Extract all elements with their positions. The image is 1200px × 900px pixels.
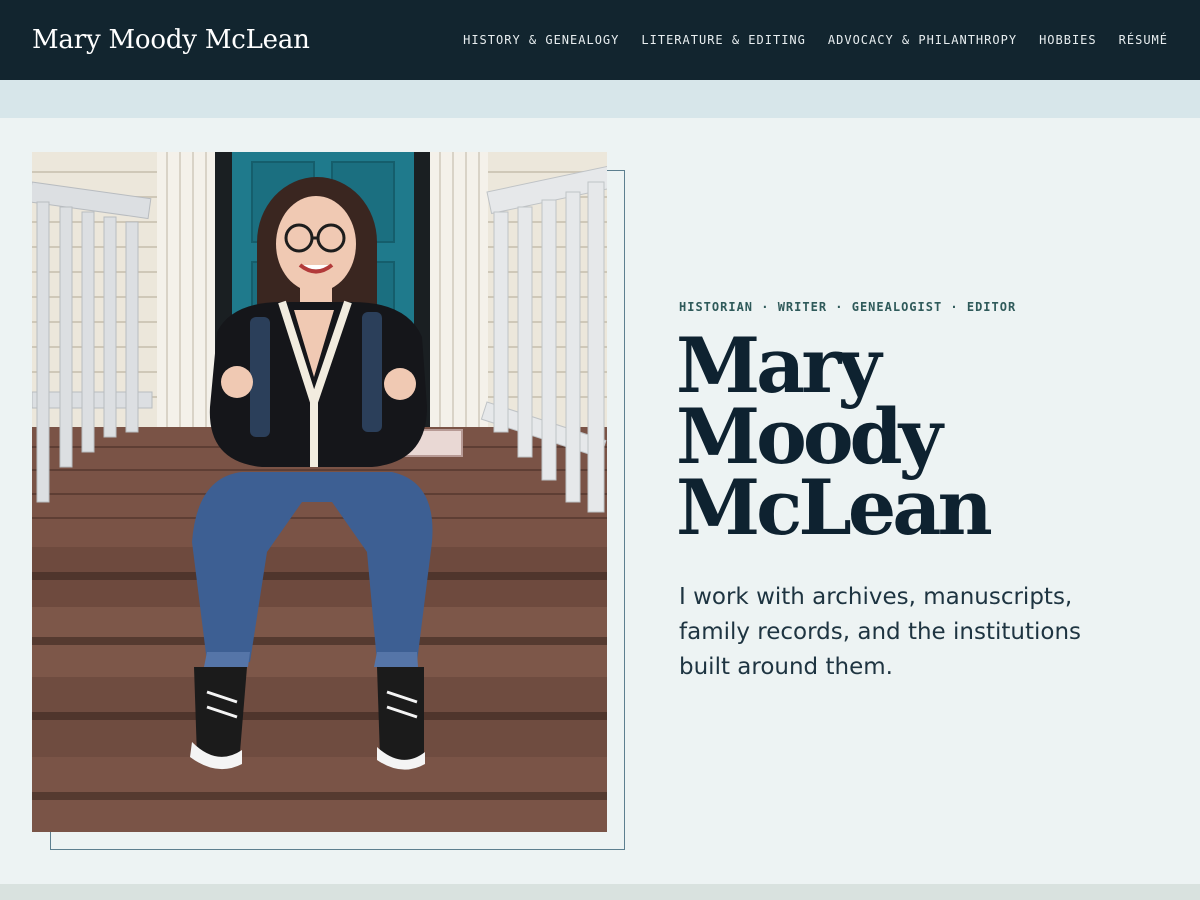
site-header: Mary Moody McLean HISTORY & GENEALOGY LI… — [0, 0, 1200, 80]
portrait-photo — [32, 152, 607, 832]
hero-heading-line-2: Moody — [676, 392, 943, 481]
main-nav: HISTORY & GENEALOGY LITERATURE & EDITING… — [463, 33, 1168, 47]
bottom-band — [0, 884, 1200, 900]
nav-link-hobbies[interactable]: HOBBIES — [1039, 33, 1097, 47]
nav-link-resume[interactable]: RÉSUMÉ — [1119, 33, 1168, 47]
hero-section: HISTORIAN · WRITER · GENEALOGIST · EDITO… — [0, 118, 1200, 884]
hero-intro-text: I work with archives, manuscripts, famil… — [679, 584, 1082, 680]
top-band — [0, 80, 1200, 118]
hero-tagline: HISTORIAN · WRITER · GENEALOGIST · EDITO… — [679, 300, 1017, 314]
nav-link-history-genealogy[interactable]: HISTORY & GENEALOGY — [463, 33, 619, 47]
portrait-illustration — [32, 152, 607, 832]
site-brand-link[interactable]: Mary Moody McLean — [32, 25, 310, 55]
hero-heading: Mary Moody McLean — [676, 321, 1096, 552]
hero-heading-line-3: McLean — [676, 463, 993, 552]
nav-link-advocacy-philanthropy[interactable]: ADVOCACY & PHILANTHROPY — [828, 33, 1017, 47]
hero-heading-line-1: Mary — [676, 321, 882, 410]
nav-link-literature-editing[interactable]: LITERATURE & EDITING — [641, 33, 806, 47]
